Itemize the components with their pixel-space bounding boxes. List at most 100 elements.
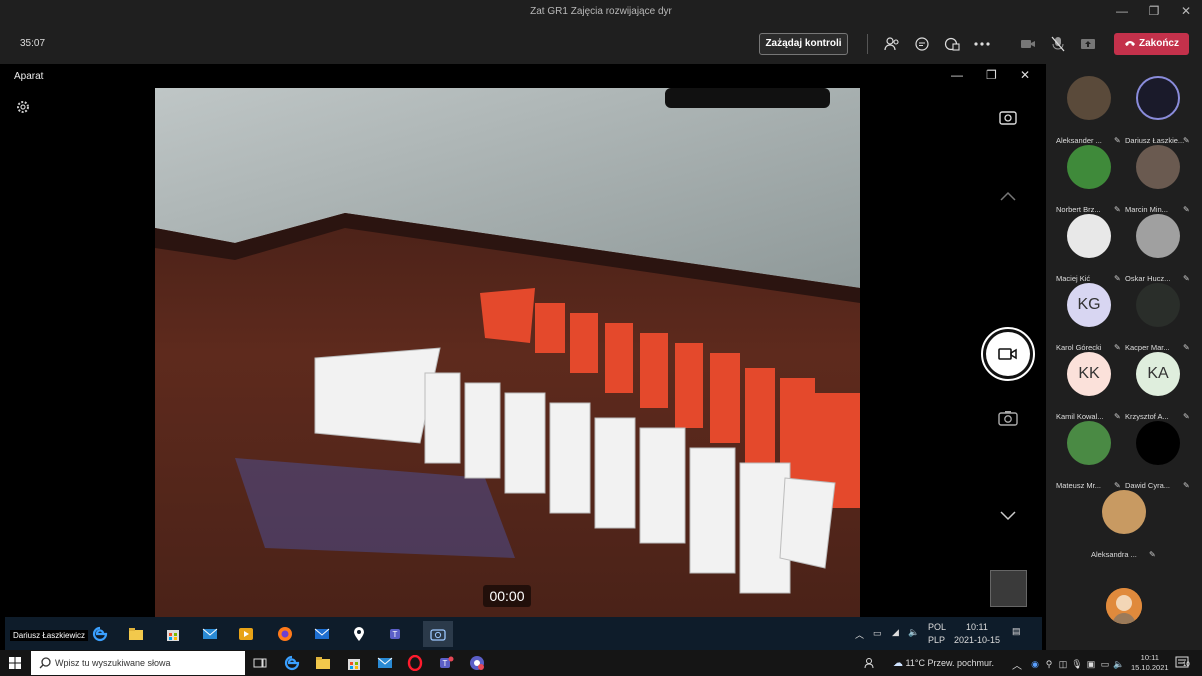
recording-elapsed: 00:00 [483,585,531,607]
close-window-button[interactable]: ✕ [1170,0,1202,24]
media-player-icon[interactable] [238,626,254,642]
svg-text:T: T [393,630,398,639]
last-capture-thumbnail[interactable] [990,570,1027,607]
tray-chevron-up-icon[interactable]: ︿ [1008,655,1026,673]
outlook-icon[interactable] [314,626,330,642]
store-taskbar-icon[interactable] [345,654,363,672]
video-record-button[interactable] [981,327,1035,381]
volume-icon[interactable]: 🔈 [908,627,919,638]
reactions-icon[interactable] [943,35,961,53]
camera-off-icon[interactable] [1019,35,1037,53]
minimize-button[interactable]: — [1106,0,1138,24]
participant-tile[interactable]: Marcin Min... ✎ [1119,145,1197,214]
mic-muted-icon: ✎ [1183,136,1190,145]
participant-avatar [1067,214,1111,258]
participant-tile[interactable]: KG Karol Górecki ✎ [1050,283,1128,352]
input-language-bottom[interactable]: PLP [928,635,945,645]
explorer-icon[interactable] [128,626,144,642]
camera-minimize-icon[interactable]: — [951,68,963,82]
start-button[interactable] [0,650,30,676]
mic-off-icon[interactable] [1049,35,1067,53]
firefox-icon[interactable] [277,626,293,642]
edge-icon[interactable] [92,626,108,642]
maps-icon[interactable] [351,626,367,642]
people-icon[interactable] [861,654,879,672]
camera-taskbar-icon[interactable] [468,654,486,672]
taskbar-search-box[interactable]: Wpisz tu wyszukiwane słowa [31,651,245,675]
share-icon[interactable] [1079,35,1097,53]
participant-name: Aleksandra ... [1091,550,1137,559]
maximize-button[interactable]: ❐ [1138,0,1170,24]
participant-avatar: KK [1067,352,1111,396]
store-icon[interactable] [165,626,181,642]
participant-tile[interactable]: Oskar Hucz... ✎ [1119,214,1197,283]
settings-icon[interactable] [15,99,31,120]
mic-muted-icon: ✎ [1183,343,1190,352]
request-control-button[interactable]: Zażądaj kontroli [759,33,848,55]
participant-name: Mateusz Mr... [1056,481,1102,490]
battery-icon[interactable]: ▭ [873,628,882,639]
edge-taskbar-icon[interactable] [283,654,301,672]
participant-name: Krzysztof A... [1125,412,1169,421]
input-language-top[interactable]: POL [928,622,946,632]
switch-camera-icon[interactable] [998,108,1018,131]
participant-tile[interactable]: Dariusz Łaszkie... ✎ [1119,76,1197,145]
participant-name: Aleksander ... [1056,136,1102,145]
chevron-up-icon[interactable] [1000,188,1016,206]
mail-icon[interactable] [202,626,218,642]
opera-icon[interactable] [406,654,424,672]
file-explorer-icon[interactable] [314,654,332,672]
inner-clock-time[interactable]: 10:11 [966,622,988,632]
participant-tile[interactable]: Aleksandra ... ✎ [1085,490,1163,559]
mic-muted-icon: ✎ [1183,412,1190,421]
teams-taskbar-icon[interactable]: T [437,654,455,672]
action-center-icon[interactable]: 10 [1174,654,1192,672]
chevron-down-icon[interactable] [1000,508,1016,526]
system-clock[interactable]: 10:11 15.10.2021 [1131,653,1169,673]
participant-tile[interactable]: Dawid Cyra... ✎ [1119,421,1197,490]
windows-logo-icon [9,657,21,669]
notification-count: 10 [1183,662,1190,668]
participant-tile[interactable]: Norbert Brz... ✎ [1050,145,1128,214]
participant-tile[interactable]: KK Kamil Kowal... ✎ [1050,352,1128,421]
teams-icon[interactable]: T [388,626,404,642]
inner-clock-date[interactable]: 2021-10-15 [954,635,1000,645]
participants-panel: Aleksander ... ✎ Dariusz Łaszkie... ✎ Norber… [1046,64,1202,650]
mic-muted-icon: ✎ [1149,550,1156,559]
camera-app-title: Aparat [14,71,44,82]
notification-center-icon[interactable]: ▤ [1012,626,1021,637]
end-call-label: Zakończ [1138,38,1179,49]
participant-name: Dawid Cyra... [1125,481,1171,490]
self-video-avatar[interactable] [1106,588,1142,624]
weather-widget[interactable]: ☁ 11°C Przew. pochmur. [893,658,994,669]
mail-taskbar-icon[interactable] [376,654,394,672]
end-call-button[interactable]: Zakończ [1114,33,1189,55]
participant-avatar [1067,421,1111,465]
tray-chevron-icon[interactable]: ︿ [855,628,864,641]
participants-icon[interactable] [883,35,901,53]
speaker-icon[interactable]: 🔈 [1110,655,1128,673]
camera-feed [155,88,860,618]
hang-up-icon [1124,41,1135,46]
participant-tile[interactable]: Aleksander ... ✎ [1050,76,1128,145]
chat-icon[interactable] [913,35,931,53]
participant-avatar [1136,421,1180,465]
network-icon[interactable]: ◢ [892,627,899,638]
participant-initials: KG [1077,296,1101,313]
participant-tile[interactable]: KA Krzysztof A... ✎ [1119,352,1197,421]
window-title: Zat GR1 Zajęcia rozwijające dyr [530,6,672,17]
more-icon[interactable] [973,35,991,53]
participant-tile[interactable]: Maciej Kić ✎ [1050,214,1128,283]
participant-tile[interactable]: Mateusz Mr... ✎ [1050,421,1128,490]
participant-tile[interactable]: Kacper Mar... ✎ [1119,283,1197,352]
camera-close-icon[interactable]: ✕ [1020,68,1030,82]
participant-name: Oskar Hucz... [1125,274,1171,283]
weather-cloud-icon: ☁ [893,658,903,669]
svg-text:T: T [443,659,448,668]
camera-maximize-icon[interactable]: ❐ [986,68,997,82]
video-camera-icon [998,348,1017,360]
camera-app-taskbar-icon[interactable] [423,621,453,647]
photo-icon[interactable] [998,410,1018,431]
participant-avatar [1102,490,1146,534]
task-view-icon[interactable] [251,654,269,672]
